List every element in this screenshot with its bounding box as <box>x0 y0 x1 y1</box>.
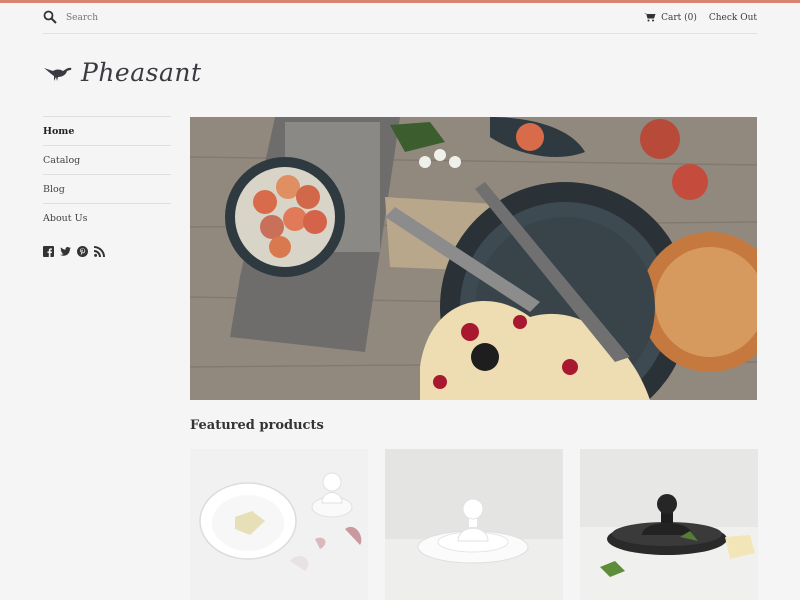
rss-icon[interactable] <box>94 242 105 257</box>
cart-link[interactable]: Cart (0) <box>644 12 697 25</box>
cart-label: Cart (0) <box>661 13 697 23</box>
twitter-icon[interactable] <box>60 242 71 256</box>
search-form <box>43 9 186 28</box>
top-bar: Cart (0) Check Out <box>43 3 757 34</box>
food-table-photo <box>190 117 757 400</box>
pinterest-icon[interactable] <box>77 242 88 257</box>
sidebar-item-about-us[interactable]: About Us <box>43 203 171 232</box>
sidebar-item-home[interactable]: Home <box>43 116 171 145</box>
sidebar-item-blog[interactable]: Blog <box>43 174 171 203</box>
cart-nav: Cart (0) Check Out <box>644 12 757 25</box>
checkout-link[interactable]: Check Out <box>709 13 757 23</box>
product-card-3[interactable] <box>580 449 758 600</box>
white-bowl-with-lid-product-image <box>190 449 368 600</box>
brand-name: Pheasant <box>81 58 202 87</box>
facebook-icon[interactable] <box>43 242 54 257</box>
product-card-1[interactable] <box>190 449 368 600</box>
social-links <box>43 242 171 257</box>
product-card-2[interactable] <box>385 449 563 600</box>
featured-products-heading: Featured products <box>190 418 324 433</box>
hero-image[interactable] <box>190 117 757 400</box>
sidebar-nav: Home Catalog Blog About Us <box>43 116 171 257</box>
pheasant-bird-icon <box>43 60 75 86</box>
white-lid-on-saucer-product-image <box>385 449 563 600</box>
black-lid-on-dish-product-image <box>580 449 758 600</box>
sidebar-item-catalog[interactable]: Catalog <box>43 145 171 174</box>
cart-icon <box>644 12 656 25</box>
search-input[interactable] <box>66 13 186 23</box>
search-icon[interactable] <box>43 9 57 28</box>
site-logo[interactable]: Pheasant <box>43 58 202 87</box>
